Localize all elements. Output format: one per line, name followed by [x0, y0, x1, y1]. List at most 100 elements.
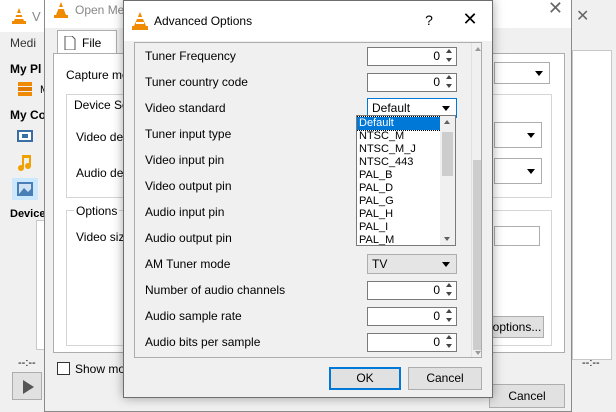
tuner-country-code-spinbox[interactable]: 0 — [367, 73, 457, 92]
dropdown-option[interactable]: NTSC_M — [357, 130, 441, 143]
ok-button[interactable]: OK — [329, 367, 401, 390]
close-icon[interactable]: ✕ — [548, 0, 563, 19]
option-row-audio-bits-per-sample: Audio bits per sample 0 — [145, 329, 465, 355]
dropdown-option[interactable]: Default — [357, 116, 442, 131]
spinbox-arrows[interactable] — [444, 75, 455, 91]
scrollbar-thumb[interactable] — [442, 132, 453, 176]
dropdown-option[interactable]: PAL_B — [357, 169, 441, 182]
cancel-button[interactable]: Cancel — [408, 367, 482, 390]
arrow-up-icon — [446, 309, 452, 313]
capture-mode-select[interactable] — [494, 62, 550, 84]
advanced-options-button[interactable]: options... — [490, 316, 544, 338]
option-row-tuner-country-code: Tuner country code 0 — [145, 69, 465, 95]
spinbox-value: 0 — [433, 283, 440, 297]
dropdown-option[interactable]: PAL_D — [357, 182, 441, 195]
arrow-down-icon — [446, 292, 452, 296]
total-time: --:-- — [582, 357, 600, 369]
spinbox-arrows[interactable] — [444, 283, 455, 299]
show-more-options-checkbox[interactable] — [57, 362, 70, 375]
option-label: Audio sample rate — [145, 309, 242, 323]
arrow-down-icon — [446, 84, 452, 88]
scroll-up-icon[interactable] — [444, 120, 450, 124]
options-scrollbar[interactable] — [471, 43, 481, 357]
option-label: Number of audio channels — [145, 283, 286, 297]
advanced-options-titlebar: Advanced Options ? ✕ — [124, 1, 492, 41]
dropdown-option[interactable]: NTSC_M_J — [357, 143, 441, 156]
option-label: Tuner input type — [145, 127, 232, 141]
spinbox-arrows[interactable] — [444, 49, 455, 65]
spinbox-value: 0 — [433, 309, 440, 323]
video-standard-dropdown-list: Default NTSC_M NTSC_M_J NTSC_443 PAL_B P… — [356, 115, 456, 246]
audio-device-select[interactable] — [494, 158, 542, 184]
option-label: Tuner country code — [145, 75, 248, 89]
scroll-down-icon[interactable] — [475, 351, 481, 355]
dropdown-option[interactable]: PAL_H — [357, 208, 441, 221]
option-label: Audio bits per sample — [145, 335, 261, 349]
chevron-down-icon — [442, 106, 450, 111]
spinbox-arrows[interactable] — [444, 309, 455, 325]
dropdown-option[interactable]: PAL_G — [357, 195, 441, 208]
pictures-icon — [17, 182, 33, 196]
arrow-down-icon — [446, 344, 452, 348]
spinbox-arrows[interactable] — [444, 335, 455, 351]
option-row-audio-channels: Number of audio channels 0 — [145, 277, 465, 303]
audio-channels-spinbox[interactable]: 0 — [367, 281, 457, 300]
option-label: Video output pin — [145, 179, 232, 193]
chevron-down-icon — [527, 169, 535, 174]
help-icon[interactable]: ? — [422, 12, 436, 28]
file-icon — [64, 36, 76, 50]
option-label: Video standard — [145, 101, 226, 115]
option-row-tuner-frequency: Tuner Frequency 0 — [145, 43, 465, 69]
vlc-cone-icon — [12, 8, 26, 24]
close-icon[interactable]: ✕ — [460, 9, 480, 29]
play-button[interactable] — [12, 372, 42, 400]
arrow-down-icon — [446, 318, 452, 322]
background-window-right: ✕ --:-- — [572, 0, 616, 412]
dropdown-scrollbar[interactable] — [440, 116, 455, 245]
video-device-select[interactable] — [494, 122, 542, 148]
open-media-cancel-button[interactable]: Cancel — [489, 384, 565, 408]
vlc-main-window: V Medi My Pl M My Co Device --:-- — [0, 0, 60, 412]
sidebar-heading-computer: My Co — [10, 108, 46, 122]
select-value: Default — [372, 101, 411, 115]
play-icon — [23, 380, 34, 394]
audio-sample-rate-spinbox[interactable]: 0 — [367, 307, 457, 326]
video-device-label: Video dev — [76, 130, 130, 144]
video-size-input[interactable] — [494, 226, 540, 246]
spinbox-value: 0 — [433, 49, 440, 63]
select-value: TV — [372, 257, 388, 271]
option-row-am-tuner-mode: AM Tuner mode TV — [145, 251, 465, 277]
background-panel — [572, 50, 612, 360]
dropdown-option[interactable]: PAL_M — [357, 234, 441, 245]
dropdown-option[interactable]: NTSC_443 — [357, 156, 441, 169]
option-row-audio-sample-rate: Audio sample rate 0 — [145, 303, 465, 329]
am-tuner-mode-select[interactable]: TV — [367, 254, 457, 274]
scroll-up-icon[interactable] — [475, 47, 481, 51]
arrow-down-icon — [446, 58, 452, 62]
option-label: Tuner Frequency — [145, 49, 236, 63]
scroll-down-icon[interactable] — [444, 237, 450, 241]
music-note-icon[interactable] — [16, 154, 34, 172]
chevron-down-icon — [442, 262, 450, 267]
advanced-options-title: Advanced Options — [154, 14, 253, 28]
close-icon[interactable]: ✕ — [576, 6, 589, 26]
videos-folder-icon[interactable] — [16, 126, 34, 144]
scrollbar-thumb[interactable] — [473, 160, 481, 350]
menu-media[interactable]: Medi — [10, 36, 36, 50]
audio-device-label: Audio dev — [76, 166, 130, 180]
option-label: Video input pin — [145, 153, 225, 167]
arrow-up-icon — [446, 49, 452, 53]
spinbox-value: 0 — [433, 335, 440, 349]
audio-bits-per-sample-spinbox[interactable]: 0 — [367, 333, 457, 352]
tab-file[interactable]: File — [57, 30, 117, 54]
vlc-cone-icon — [132, 12, 148, 30]
elapsed-time: --:-- — [18, 357, 36, 369]
vlc-window-title: V — [32, 9, 41, 24]
tuner-frequency-spinbox[interactable]: 0 — [367, 47, 457, 66]
chevron-down-icon — [527, 133, 535, 138]
option-label: AM Tuner mode — [145, 257, 231, 271]
media-library-icon[interactable] — [16, 80, 34, 98]
dropdown-option[interactable]: PAL_I — [357, 221, 441, 234]
option-label: Audio output pin — [145, 231, 232, 245]
sidebar-heading-devices: Device — [10, 208, 46, 220]
